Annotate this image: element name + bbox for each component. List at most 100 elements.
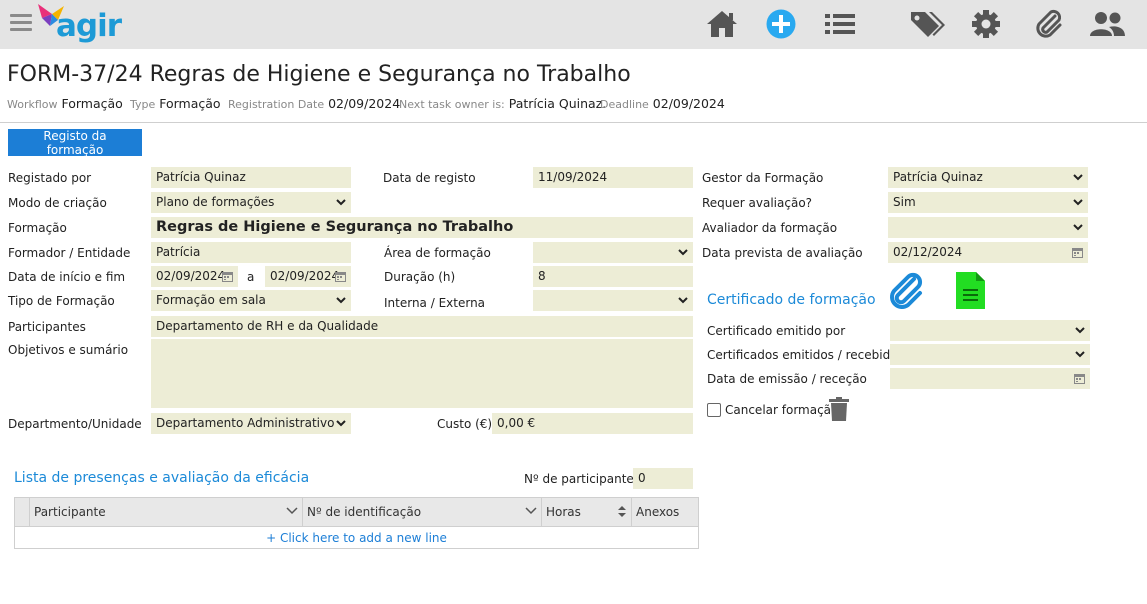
column-identificacao[interactable]: Nº de identificação	[302, 498, 541, 527]
data-emissao-field[interactable]	[890, 368, 1090, 389]
data-registo-label: Data de registo	[383, 171, 476, 185]
requer-avaliacao-select[interactable]: Sim	[888, 192, 1088, 213]
area-formacao-select[interactable]	[533, 242, 693, 263]
departamento-label: Departmento/Unidade	[8, 417, 142, 431]
data-prevista-field[interactable]: 02/12/2024	[888, 242, 1088, 263]
meta-workflow-key: Workflow	[7, 98, 58, 111]
meta-type: Type Formação	[130, 96, 221, 111]
lista-section-title: Lista de presenças e avaliação da eficác…	[14, 470, 310, 486]
cancelar-formacao-checkbox[interactable]	[707, 403, 721, 417]
meta-next-owner: Next task owner is: Patrícia Quinaz.	[399, 96, 606, 111]
page-title: FORM-37/24 Regras de Higiene e Segurança…	[7, 62, 631, 87]
formacao-field[interactable]: Regras de Higiene e Segurança no Trabalh…	[151, 217, 693, 238]
meta-owner-key: Next task owner is:	[399, 98, 505, 111]
column-participante-label: Participante	[34, 505, 106, 519]
add-new-line-link[interactable]: + Click here to add a new line	[15, 531, 698, 545]
gestor-label: Gestor da Formação	[702, 171, 824, 185]
modo-criacao-label: Modo de criação	[8, 196, 107, 210]
meta-deadline-value: 02/09/2024	[652, 96, 725, 111]
custo-field[interactable]: 0,00 €	[492, 413, 693, 434]
data-prevista-label: Data prevista de avaliação	[702, 246, 863, 260]
chevron-down-icon	[678, 297, 688, 304]
participantes-label: Participantes	[8, 320, 86, 334]
chevron-down-icon[interactable]	[525, 506, 537, 516]
emitido-por-select[interactable]	[890, 320, 1090, 341]
users-icon[interactable]	[1089, 8, 1125, 40]
data-registo-field[interactable]: 11/09/2024	[533, 167, 693, 188]
gear-icon[interactable]	[969, 8, 1003, 40]
registo-formacao-button[interactable]: Registo da formação	[8, 129, 142, 157]
data-fim-field[interactable]: 02/09/2024	[265, 266, 351, 287]
requer-avaliacao-label: Requer avaliação?	[702, 196, 813, 210]
emitido-por-label: Certificado emitido por	[707, 324, 846, 338]
departamento-select[interactable]: Departamento Administrativo	[151, 413, 351, 434]
column-participante[interactable]: Participante	[29, 498, 302, 527]
paperclip-icon[interactable]	[1031, 8, 1065, 40]
document-icon[interactable]	[956, 272, 985, 309]
chevron-down-icon	[1073, 224, 1083, 231]
column-identificacao-label: Nº de identificação	[307, 505, 422, 519]
meta-registration-date: Registration Date 02/09/2024	[228, 96, 400, 111]
custo-label: Custo (€)	[437, 417, 493, 431]
modo-criacao-value: Plano de formações	[156, 195, 275, 209]
emitidos-recebidos-label: Certificados emitidos / recebidos?	[707, 348, 911, 362]
logo-text: agir	[56, 8, 122, 44]
column-horas-label: Horas	[546, 505, 581, 519]
row-selector-header	[15, 498, 29, 527]
duracao-field[interactable]: 8	[533, 266, 693, 287]
sort-icon[interactable]	[617, 505, 627, 518]
trash-icon[interactable]	[828, 397, 850, 421]
objetivos-textarea[interactable]	[151, 339, 693, 408]
chevron-down-icon	[1073, 174, 1083, 181]
date-range-separator: a	[247, 270, 255, 284]
emitidos-recebidos-select[interactable]	[890, 344, 1090, 365]
chevron-down-icon	[336, 297, 346, 304]
data-prevista-value: 02/12/2024	[893, 245, 963, 259]
interna-externa-select[interactable]	[533, 290, 693, 311]
column-anexos-label: Anexos	[636, 505, 680, 519]
presencas-table: Participante Nº de identificação Horas A…	[14, 497, 699, 549]
calendar-icon[interactable]	[335, 270, 346, 282]
calendar-icon[interactable]	[1074, 372, 1085, 384]
chevron-down-icon[interactable]	[286, 506, 298, 516]
certificado-section-title: Certificado de formação	[707, 292, 876, 308]
participantes-field[interactable]: Departamento de RH e da Qualidade	[151, 316, 693, 337]
gestor-value: Patrícia Quinaz	[893, 170, 983, 184]
registado-por-field[interactable]: Patrícia Quinaz	[151, 167, 351, 188]
chevron-down-icon	[336, 420, 346, 427]
list-icon[interactable]	[823, 8, 857, 40]
chevron-down-icon	[336, 199, 346, 206]
data-inicio-value: 02/09/2024	[156, 269, 226, 283]
tipo-formacao-select[interactable]: Formação em sala	[151, 290, 351, 311]
hamburger-menu-icon[interactable]	[10, 14, 32, 32]
chevron-down-icon	[1075, 327, 1085, 334]
divider	[0, 122, 1147, 123]
meta-regdate-key: Registration Date	[228, 98, 325, 111]
departamento-value: Departamento Administrativo	[156, 416, 335, 430]
gestor-select[interactable]: Patrícia Quinaz	[888, 167, 1088, 188]
plus-circle-icon[interactable]	[765, 8, 799, 40]
column-anexos[interactable]: Anexos	[631, 498, 698, 527]
data-fim-value: 02/09/2024	[270, 269, 340, 283]
home-icon[interactable]	[705, 8, 739, 40]
calendar-icon[interactable]	[1072, 246, 1083, 258]
chevron-down-icon	[678, 249, 688, 256]
app-logo[interactable]: agir	[38, 4, 128, 44]
calendar-icon[interactable]	[222, 270, 233, 282]
tag-icon[interactable]	[909, 8, 945, 40]
avaliador-label: Avaliador da formação	[702, 221, 838, 235]
column-horas[interactable]: Horas	[541, 498, 631, 527]
meta-type-key: Type	[130, 98, 156, 111]
tipo-formacao-label: Tipo de Formação	[8, 294, 115, 308]
data-inicio-field[interactable]: 02/09/2024	[151, 266, 238, 287]
avaliador-select[interactable]	[888, 217, 1088, 238]
formador-field[interactable]: Patrícia	[151, 242, 351, 263]
meta-deadline-key: Deadline	[600, 98, 649, 111]
modo-criacao-select[interactable]: Plano de formações	[151, 192, 351, 213]
data-inicio-fim-label: Data de início e fim	[8, 270, 126, 284]
num-participantes-label: Nº de participantes	[524, 472, 641, 486]
area-formacao-label: Área de formação	[384, 246, 491, 260]
num-participantes-field[interactable]: 0	[633, 468, 693, 489]
paperclip-icon[interactable]	[888, 272, 924, 310]
meta-deadline: Deadline 02/09/2024	[600, 96, 725, 111]
